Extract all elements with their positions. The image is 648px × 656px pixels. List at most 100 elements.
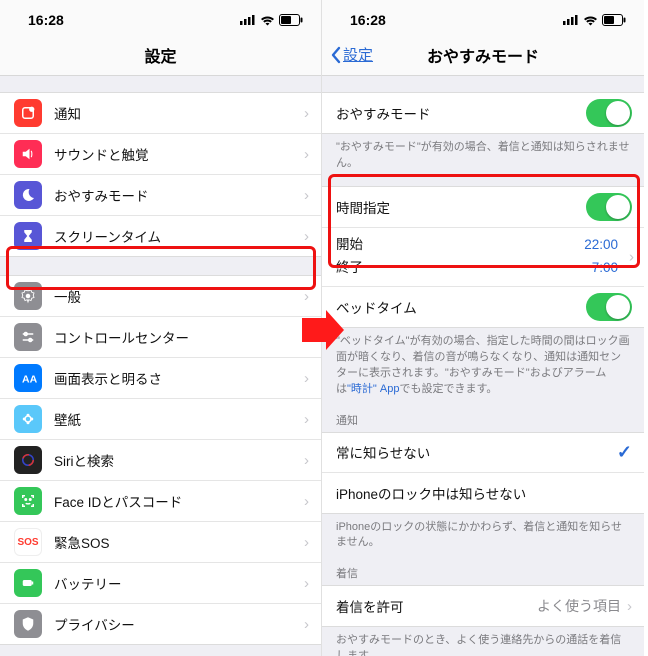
status-icons [240, 14, 303, 26]
arrow-indicator [300, 310, 346, 350]
row-wallpaper[interactable]: 壁紙 › [0, 399, 321, 440]
row-label: 時間指定 [336, 197, 586, 217]
silence-header: 通知 [322, 402, 644, 432]
wifi-icon [583, 15, 598, 26]
row-silence-locked[interactable]: iPhoneのロック中は知らせない [322, 473, 644, 513]
row-label: バッテリー [54, 573, 304, 593]
row-label: スクリーンタイム [54, 226, 304, 246]
row-siri[interactable]: Siriと検索 › [0, 440, 321, 481]
row-label: Siriと検索 [54, 450, 304, 470]
chevron-right-icon: › [304, 575, 309, 592]
status-time: 16:28 [28, 12, 64, 28]
privacy-icon [14, 610, 42, 638]
row-label: プライバシー [54, 614, 304, 634]
bedtime-note: "ベッドタイム"が有効の場合、指定した時間の間はロック画面が暗くなり、着信の音が… [322, 328, 644, 402]
row-control-center[interactable]: コントロールセンター › [0, 317, 321, 358]
row-label: 画面表示と明るさ [54, 368, 304, 388]
row-label: おやすみモード [336, 103, 586, 123]
svg-text:AA: AA [22, 374, 37, 386]
wallpaper-icon [14, 405, 42, 433]
chevron-right-icon: › [304, 288, 309, 305]
row-scheduled-toggle[interactable]: 時間指定 [322, 187, 644, 228]
faceid-icon [14, 487, 42, 515]
page-title: 設定 [144, 43, 176, 67]
settings-list[interactable]: 通知 › サウンドと触覚 › おやすみモード › スクリーンタイム › [0, 76, 321, 656]
row-label: サウンドと触覚 [54, 144, 304, 164]
chevron-right-icon: › [304, 146, 309, 163]
row-privacy[interactable]: プライバシー › [0, 604, 321, 644]
row-sos[interactable]: SOS 緊急SOS › [0, 522, 321, 563]
row-sounds[interactable]: サウンドと触覚 › [0, 134, 321, 175]
chevron-right-icon: › [304, 411, 309, 428]
dnd-note: "おやすみモード"が有効の場合、着信と通知は知らされません。 [322, 134, 644, 176]
sounds-icon [14, 140, 42, 168]
settings-screen: 16:28 設定 通知 › サウンドと触覚 › [0, 0, 322, 656]
row-allow-calls[interactable]: 着信を許可 よく使う項目 › [322, 586, 644, 626]
row-label: ベッドタイム [336, 297, 586, 317]
status-bar: 16:28 [0, 0, 321, 34]
battery-icon [14, 569, 42, 597]
calls-header: 着信 [322, 555, 644, 585]
clock-app-link[interactable]: "時計" App [347, 383, 399, 395]
start-label: 開始 [336, 234, 363, 257]
status-time: 16:28 [350, 12, 386, 28]
cellular-icon [563, 15, 579, 25]
chevron-right-icon: › [627, 598, 632, 615]
wifi-icon [260, 15, 275, 26]
row-do-not-disturb[interactable]: おやすみモード › [0, 175, 321, 216]
row-label: 壁紙 [54, 409, 304, 429]
nav-bar: 設定 [0, 34, 321, 76]
chevron-right-icon: › [304, 534, 309, 551]
row-label: おやすみモード [54, 185, 304, 205]
allow-note: おやすみモードのとき、よく使う連絡先からの通話を着信します。 [322, 627, 644, 656]
row-label: Face IDとパスコード [54, 491, 304, 511]
dnd-settings[interactable]: おやすみモード "おやすみモード"が有効の場合、着信と通知は知らされません。 時… [322, 76, 644, 656]
row-faceid[interactable]: Face IDとパスコード › [0, 481, 321, 522]
switch-scheduled[interactable] [586, 193, 632, 221]
sos-icon: SOS [14, 528, 42, 556]
status-icons [563, 14, 626, 26]
chevron-right-icon: › [304, 228, 309, 245]
display-icon: AA [14, 364, 42, 392]
row-silence-always[interactable]: 常に知らせない ✓ [322, 433, 644, 473]
battery-icon [602, 14, 626, 26]
row-label: 一般 [54, 286, 304, 306]
row-label: コントロールセンター [54, 327, 304, 347]
row-general[interactable]: 一般 › [0, 276, 321, 317]
back-button[interactable]: 設定 [330, 44, 373, 65]
notifications-icon [14, 99, 42, 127]
control-center-icon [14, 323, 42, 351]
chevron-right-icon: › [304, 105, 309, 122]
switch-bedtime[interactable] [586, 293, 632, 321]
chevron-right-icon: › [304, 452, 309, 469]
back-label: 設定 [343, 44, 373, 65]
battery-icon [279, 14, 303, 26]
row-battery[interactable]: バッテリー › [0, 563, 321, 604]
row-display[interactable]: AA 画面表示と明るさ › [0, 358, 321, 399]
start-time: 22:00 [584, 234, 618, 257]
cellular-icon [240, 15, 256, 25]
siri-icon [14, 446, 42, 474]
row-notifications[interactable]: 通知 › [0, 93, 321, 134]
switch-dnd[interactable] [586, 99, 632, 127]
chevron-left-icon [330, 46, 341, 64]
row-schedule-time[interactable]: 開始 22:00 終了 7:00 › [322, 228, 644, 287]
moon-icon [14, 181, 42, 209]
row-screen-time[interactable]: スクリーンタイム › [0, 216, 321, 256]
chevron-right-icon: › [304, 616, 309, 633]
row-label: 緊急SOS [54, 532, 304, 552]
row-bedtime-toggle[interactable]: ベッドタイム [322, 287, 644, 327]
chevron-right-icon: › [304, 187, 309, 204]
end-label: 終了 [336, 257, 363, 280]
checkmark-icon: ✓ [617, 442, 632, 463]
hourglass-icon [14, 222, 42, 250]
end-time: 7:00 [592, 257, 618, 280]
nav-bar: 設定 おやすみモード [322, 34, 644, 76]
chevron-right-icon: › [304, 493, 309, 510]
chevron-right-icon: › [629, 248, 634, 265]
chevron-right-icon: › [304, 370, 309, 387]
silence-note: iPhoneのロックの状態にかかわらず、着信と通知を知らせません。 [322, 514, 644, 556]
gear-icon [14, 282, 42, 310]
dnd-screen: 16:28 設定 おやすみモード おやすみモード "おやすみモード"が有効の場合 [322, 0, 644, 656]
row-dnd-toggle[interactable]: おやすみモード [322, 93, 644, 133]
